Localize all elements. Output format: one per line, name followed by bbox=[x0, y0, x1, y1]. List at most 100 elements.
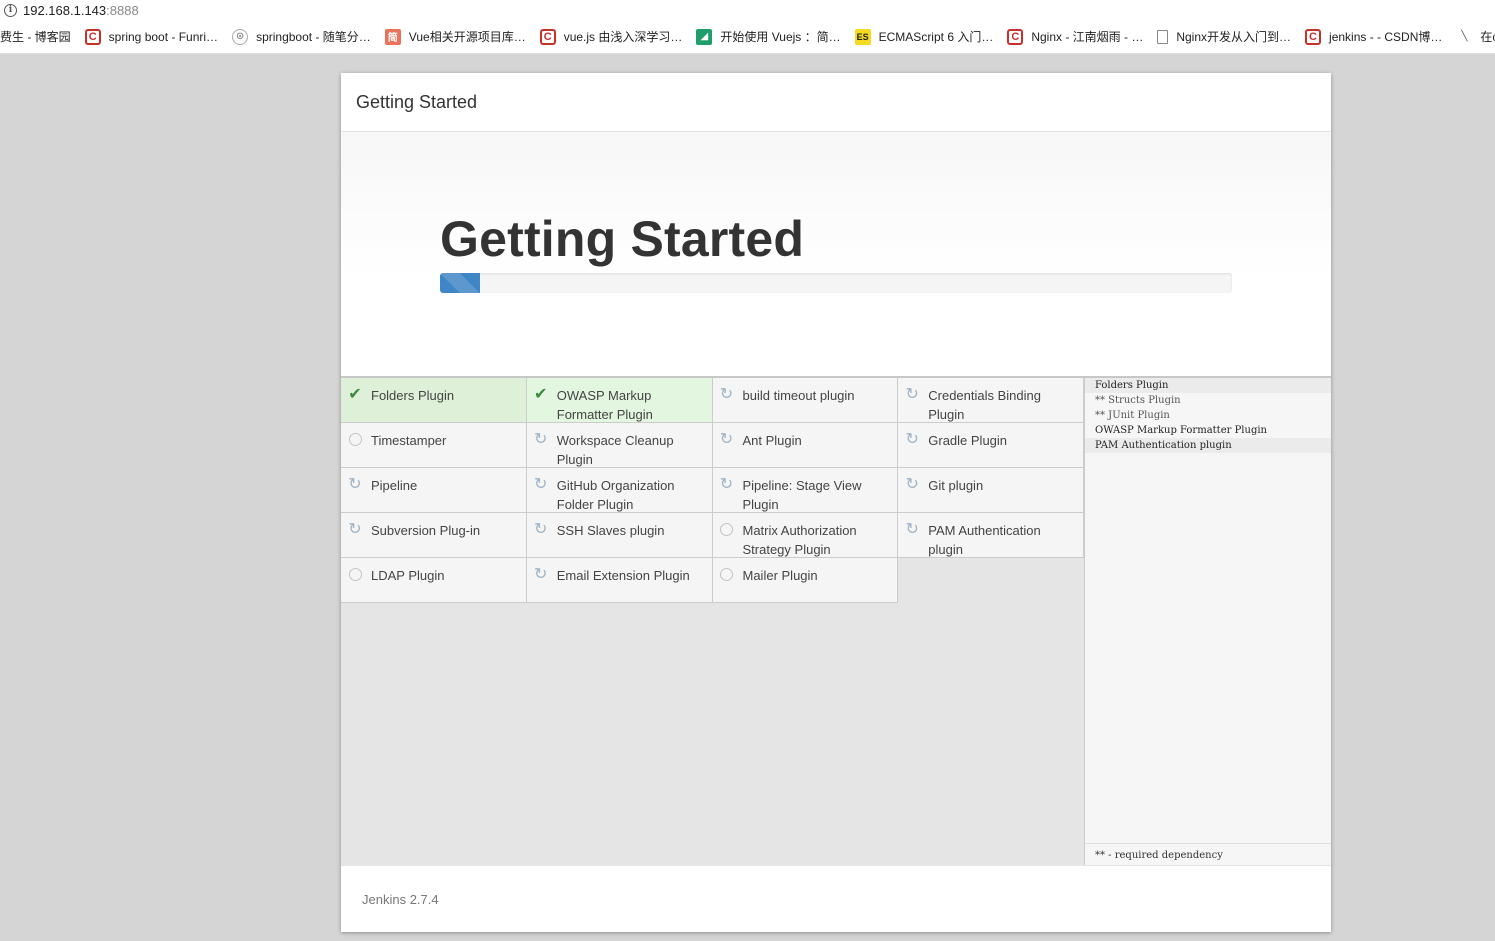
bookmark-item[interactable]: 简 Vue相关开源项目库… bbox=[384, 28, 526, 45]
plugin-name: Credentials Binding Plugin bbox=[928, 388, 1041, 422]
plugin-name: Pipeline bbox=[371, 478, 418, 493]
refresh-icon: ↻ bbox=[905, 430, 919, 448]
bookmarks-bar: 费生 - 博客园 Cspring boot - Funri… ⊙ springboot… bbox=[0, 20, 1495, 54]
plugin-item: LDAP Plugin bbox=[341, 558, 527, 603]
log-line: ** Structs Plugin bbox=[1095, 395, 1181, 406]
es-favicon-icon: ES bbox=[854, 28, 871, 45]
refresh-icon: ↻ bbox=[719, 475, 734, 493]
bookmark-item[interactable]: ◢ 开始使用 Vuejs ：简… bbox=[696, 28, 841, 45]
bookmark-item[interactable]: ╲ 在cento… bbox=[1456, 28, 1495, 45]
plugin-item: ↻ Pipeline: Stage View Plugin bbox=[712, 468, 899, 513]
bookmark-label: Vue相关开源项目库… bbox=[408, 30, 526, 44]
plugin-item: Timestamper bbox=[341, 423, 527, 468]
plugin-name: Mailer Plugin bbox=[742, 568, 818, 583]
info-icon[interactable]: i bbox=[4, 3, 17, 17]
bookmark-item[interactable]: ES ECMAScript 6 入门… bbox=[854, 28, 994, 45]
dialog-title: Getting Started bbox=[356, 91, 478, 112]
plugin-item: ↻ Gradle Plugin bbox=[898, 423, 1084, 468]
log-line: PAM Authentication plugin bbox=[1085, 438, 1331, 453]
refresh-icon: ↻ bbox=[534, 520, 548, 538]
bookmark-label: 开始使用 Vuejs ：简… bbox=[720, 30, 841, 44]
plugin-name: Subversion Plug-in bbox=[371, 523, 481, 538]
plugin-item: ↻ Email Extension Plugin bbox=[526, 558, 713, 603]
progress-fill bbox=[440, 273, 480, 293]
bookmark-label: jenkins - - CSDN博… bbox=[1329, 30, 1443, 44]
plugin-item: Mailer Plugin bbox=[712, 558, 899, 603]
plugin-name: LDAP Plugin bbox=[371, 568, 445, 583]
bookmark-label: Nginx - 江南烟雨 - … bbox=[1031, 30, 1144, 44]
check-icon: ✔ bbox=[348, 385, 362, 403]
url-port: :8888 bbox=[106, 2, 139, 18]
refresh-icon: ↻ bbox=[534, 430, 548, 448]
plugin-name: GitHub Organization Folder Plugin bbox=[556, 478, 675, 512]
bookmark-item[interactable]: Cvue.js 由浅入深学习… bbox=[539, 28, 683, 45]
hero-section: Getting Started bbox=[341, 132, 1331, 376]
plugin-item: ↻ Workspace Cleanup Plugin bbox=[526, 423, 713, 468]
plugin-grid: ✔ Folders Plugin ✔ OWASP Markup Formatter P… bbox=[341, 378, 1084, 603]
install-log-lines: Folders Plugin ** Structs Plugin ** JUnit … bbox=[1085, 378, 1331, 453]
bookmark-item[interactable]: Nginx开发从入门到… bbox=[1157, 28, 1291, 45]
jenkins-version: Jenkins 2.7.4 bbox=[362, 891, 439, 907]
bookmark-item[interactable]: Cjenkins - - CSDN博… bbox=[1305, 28, 1442, 45]
url-host: 192.168.1.143 bbox=[23, 2, 107, 18]
bookmark-label: Nginx开发从入门到… bbox=[1176, 30, 1292, 44]
plugin-item: ↻ Ant Plugin bbox=[712, 423, 899, 468]
install-progress-bar bbox=[440, 273, 1232, 293]
refresh-icon: ↻ bbox=[348, 475, 362, 493]
pending-circle-icon bbox=[719, 566, 735, 582]
bear-favicon-icon: ⊙ bbox=[232, 28, 249, 45]
refresh-icon: ↻ bbox=[905, 475, 919, 493]
bookmark-label: vue.js 由浅入深学习… bbox=[563, 30, 683, 44]
csdn-favicon-icon: C bbox=[1007, 28, 1024, 45]
csdn-favicon-icon: C bbox=[84, 28, 101, 45]
plugin-install-panel: ✔ Folders Plugin ✔ OWASP Markup Formatter P… bbox=[341, 376, 1331, 867]
plugin-item: ↻ PAM Authentication plugin bbox=[898, 513, 1084, 558]
refresh-icon: ↻ bbox=[534, 475, 548, 493]
refresh-icon: ↻ bbox=[905, 520, 919, 538]
plugin-name: Gradle Plugin bbox=[928, 433, 1008, 448]
vue-favicon-icon: ◢ bbox=[696, 28, 713, 45]
pending-circle-icon bbox=[347, 566, 363, 582]
plugin-name: Ant Plugin bbox=[742, 433, 802, 448]
log-line: Folders Plugin bbox=[1085, 378, 1331, 393]
plugin-name: Git plugin bbox=[928, 478, 984, 493]
bookmark-label: 在cento… bbox=[1480, 30, 1495, 44]
bookmark-item[interactable]: ⊙ springboot - 随笔分… bbox=[232, 28, 371, 45]
plugin-item: ↻ SSH Slaves plugin bbox=[526, 513, 713, 558]
plugin-item: ↻ Credentials Binding Plugin bbox=[898, 378, 1084, 423]
bookmark-label: springboot - 随笔分… bbox=[256, 30, 371, 44]
dialog-header: Getting Started bbox=[341, 73, 1331, 132]
address-bar[interactable]: i 192.168.1.143:8888 bbox=[0, 0, 1495, 20]
plugin-item: Matrix Authorization Strategy Plugin bbox=[712, 513, 899, 558]
refresh-icon: ↻ bbox=[719, 430, 734, 448]
bookmark-item[interactable]: C Nginx - 江南烟雨 - … bbox=[1007, 28, 1143, 45]
plugin-name: Pipeline: Stage View Plugin bbox=[742, 478, 862, 512]
plugin-item: ↻ Git plugin bbox=[898, 468, 1084, 513]
plugin-name: PAM Authentication plugin bbox=[928, 523, 1041, 557]
csdn-favicon-icon: C bbox=[1305, 28, 1322, 45]
doc-favicon-icon bbox=[1157, 29, 1169, 44]
plugin-name: Matrix Authorization Strategy Plugin bbox=[742, 523, 857, 557]
bookmark-item[interactable]: Cspring boot - Funri… bbox=[84, 28, 218, 45]
install-log[interactable]: Folders Plugin ** Structs Plugin ** JUnit … bbox=[1084, 378, 1331, 867]
plugin-item: ↻ GitHub Organization Folder Plugin bbox=[526, 468, 713, 513]
bookmark-label: 费生 - 博客园 bbox=[0, 30, 71, 44]
refresh-icon: ↻ bbox=[534, 565, 548, 583]
plugin-item: ✔ Folders Plugin bbox=[341, 378, 527, 423]
plugin-item: ↻ Subversion Plug-in bbox=[341, 513, 527, 558]
plugin-name: Timestamper bbox=[371, 433, 447, 448]
plugin-item: ↻ Pipeline bbox=[341, 468, 527, 513]
bookmark-item[interactable]: 费生 - 博客园 bbox=[0, 28, 71, 45]
plugin-name: Folders Plugin bbox=[371, 388, 455, 403]
jian-favicon-icon: 简 bbox=[384, 28, 401, 45]
refresh-icon: ↻ bbox=[719, 385, 734, 403]
log-line: OWASP Markup Formatter Plugin bbox=[1095, 425, 1267, 436]
plugin-name: SSH Slaves plugin bbox=[556, 523, 665, 538]
plugin-item: ✔ OWASP Markup Formatter Plugin bbox=[526, 378, 713, 423]
dialog-footer: Jenkins 2.7.4 bbox=[341, 865, 1331, 932]
plugin-name: Email Extension Plugin bbox=[556, 568, 690, 583]
plugin-name: OWASP Markup Formatter Plugin bbox=[556, 388, 653, 422]
dependency-legend: ** - required dependency bbox=[1085, 843, 1331, 867]
bookmark-label: ECMAScript 6 入门… bbox=[878, 30, 994, 44]
refresh-icon: ↻ bbox=[348, 520, 362, 538]
